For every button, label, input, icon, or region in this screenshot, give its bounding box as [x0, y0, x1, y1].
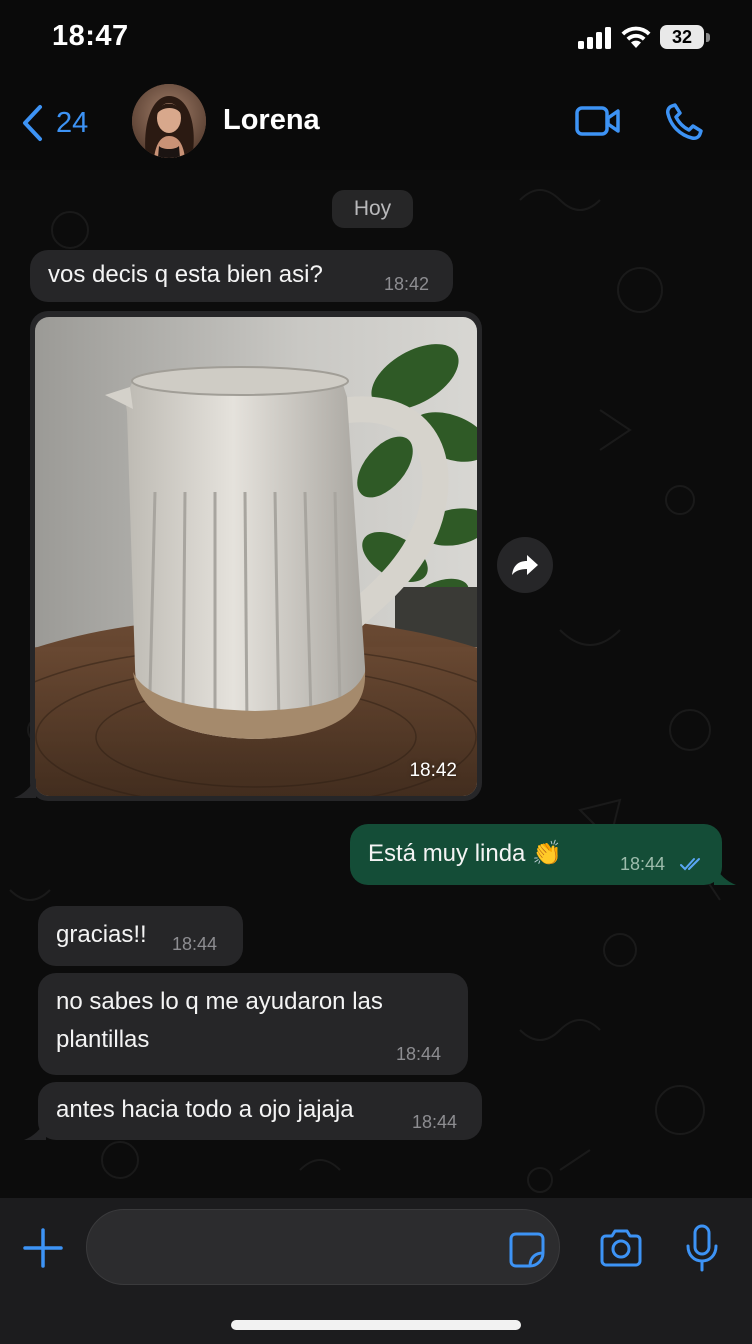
double-check-icon [680, 858, 700, 871]
message-text: vos decis q esta bien asi? [48, 261, 323, 288]
message-input[interactable] [86, 1209, 560, 1285]
message-time: 18:42 [409, 760, 457, 781]
incoming-message[interactable]: no sabes lo q me ayudaron las plantillas… [38, 973, 468, 1075]
composer-bar [0, 1198, 752, 1344]
forward-icon [512, 555, 538, 575]
unread-count: 24 [56, 106, 89, 139]
chat-header: 24 Lorena [0, 76, 752, 170]
status-bar: 18:47 32 [0, 0, 752, 76]
message-text: antes hacia todo a ojo jajaja [56, 1096, 354, 1123]
message-text: gracias!! [56, 921, 147, 948]
message-time: 18:44 [412, 1112, 458, 1132]
message-time: 18:44 [620, 854, 666, 874]
contact-name[interactable]: Lorena [223, 104, 320, 137]
incoming-image-message[interactable]: 18:42 [30, 311, 482, 801]
phone-icon[interactable] [662, 100, 706, 144]
avatar[interactable] [132, 84, 206, 158]
camera-icon[interactable] [598, 1228, 644, 1268]
message-text: Está muy linda 👏 [368, 840, 562, 867]
bubble-tail [14, 778, 36, 798]
battery-indicator: 32 [660, 25, 710, 49]
incoming-message[interactable]: antes hacia todo a ojo jajaja 18:44 [38, 1082, 482, 1140]
status-time: 18:47 [52, 20, 129, 52]
chevron-left-icon [23, 105, 42, 141]
wifi-icon [621, 26, 651, 48]
video-call-icon[interactable] [574, 102, 622, 140]
message-time: 18:44 [172, 934, 218, 954]
home-indicator[interactable] [231, 1320, 521, 1330]
sticker-icon[interactable] [508, 1231, 546, 1269]
incoming-message[interactable]: vos decis q esta bien asi? 18:42 [30, 250, 453, 302]
message-time: 18:44 [396, 1044, 442, 1064]
microphone-icon[interactable] [684, 1224, 720, 1272]
pitcher-photo [35, 317, 477, 796]
incoming-message[interactable]: gracias!! 18:44 [38, 906, 243, 966]
message-text: no sabes lo q me ayudaron las plantillas [56, 988, 383, 1053]
chat-area[interactable]: Hoy vos decis q esta bien asi? 18:42 18:… [0, 170, 752, 1198]
back-button[interactable]: 24 [20, 98, 88, 148]
bubble-tail [24, 1120, 46, 1140]
day-separator: Hoy [332, 190, 413, 228]
bubble-tail [714, 865, 736, 885]
plus-icon[interactable] [22, 1227, 64, 1269]
forward-button[interactable] [497, 537, 553, 593]
battery-level: 32 [660, 25, 704, 49]
outgoing-message[interactable]: Está muy linda 👏 18:44 [350, 824, 722, 885]
avatar-image [132, 84, 206, 158]
message-time: 18:42 [384, 274, 430, 294]
battery-tip [706, 33, 710, 42]
image-attachment[interactable]: 18:42 [35, 317, 477, 796]
cellular-signal-icon [578, 27, 611, 49]
